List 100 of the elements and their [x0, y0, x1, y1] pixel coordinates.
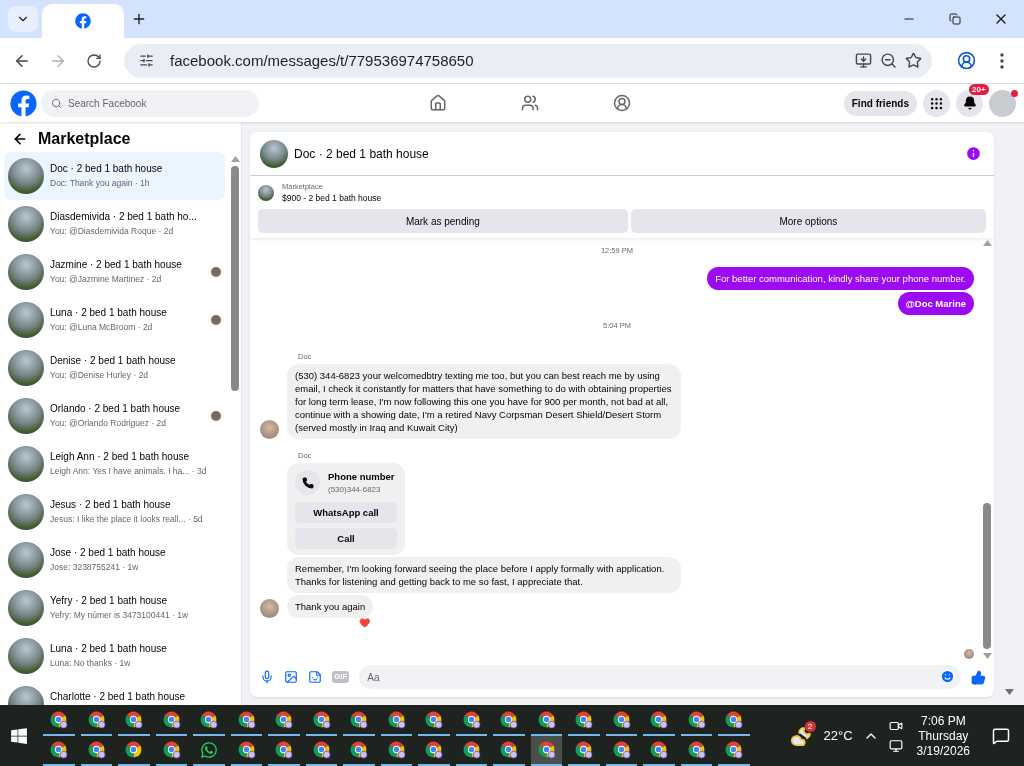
- browser-profile-icon: [274, 740, 294, 759]
- browser-profile-icon: [649, 710, 669, 729]
- scroll-down-arrow-icon[interactable]: [1004, 689, 1014, 695]
- conversation-preview: Leigh Ann: Yes I have animals. I ha... · 3d: [50, 466, 207, 477]
- browser-profile-icon: [461, 710, 481, 729]
- menu-grid-button[interactable]: [923, 89, 950, 117]
- conversation-preview: Yefry: My númer is 3473100441 · 1w: [50, 610, 189, 621]
- browser-profile-icon: [649, 740, 669, 759]
- notifications-icon[interactable]: [992, 726, 1010, 745]
- photo-icon[interactable]: [284, 670, 298, 684]
- back-arrow-icon[interactable]: [12, 131, 28, 147]
- browser-icon: [124, 740, 144, 759]
- photo-placeholder: [8, 206, 44, 242]
- groups-button[interactable]: [611, 92, 633, 114]
- conversation-preview: You: @Luna McBroom · 2d: [50, 322, 153, 333]
- browser-profile-icon: [724, 710, 744, 729]
- conversation-item[interactable]: Jazmine · 2 bed 1 bath house You: @Jazmine Martinez · 2d: [4, 248, 225, 296]
- browser-profile-icon: [49, 710, 69, 729]
- browser-profile-icon: [499, 740, 519, 759]
- conversation-item[interactable]: Luna · 2 bed 1 bath house You: @Luna McBroom · 2d: [4, 296, 225, 344]
- facebook-logo-icon[interactable]: [10, 89, 37, 117]
- conversation-title: Jose · 2 bed 1 bath house: [50, 547, 166, 559]
- received-message: (530) 344-6823 your welcomedbtry texting me too, but you can best reach me by using email, I check it constantly for matters that have something to do with obtaining properties for long term lease, I'm now following this one you have for 900 per month, not bad at all, continue with a showing date, I'm a retired Navy Corpsman Desert Shield/Desert Storm (served mostly in Iraq and Kuwait City): [287, 364, 681, 439]
- conversation-preview: You: @Orlando Rodriguez · 2d: [50, 418, 167, 429]
- bookmark-star-icon[interactable]: [905, 52, 922, 69]
- alert-dot: [1011, 89, 1018, 97]
- photo-placeholder: [8, 494, 44, 530]
- browser-profile-icon: [124, 710, 144, 729]
- scrollbar-thumb[interactable]: [231, 166, 239, 391]
- taskbar-app-button[interactable]: [530, 735, 562, 766]
- conversation-item[interactable]: Jesus · 2 bed 1 bath house Jesus: I like the place it looks reall... · 5d: [4, 488, 225, 536]
- browser-profile-icon: [724, 740, 744, 759]
- message-input[interactable]: Aa: [359, 665, 961, 689]
- photo-placeholder: [8, 158, 44, 194]
- browser-profile-icon: [349, 740, 369, 759]
- restore-icon: [949, 13, 961, 25]
- photo-placeholder: [8, 590, 44, 626]
- photo-placeholder: [258, 184, 274, 201]
- address-bar[interactable]: facebook.com/messages/t/779536974758650: [124, 43, 932, 78]
- search-field[interactable]: Search Facebook: [41, 89, 259, 117]
- browser-profile-icon: [236, 740, 256, 759]
- weather-icon[interactable]: [789, 724, 812, 747]
- browser-profile-icon: [161, 740, 181, 759]
- bell-icon: [962, 96, 977, 110]
- sidebar-title: Marketplace: [38, 130, 131, 148]
- plus-icon: [131, 11, 147, 27]
- contact-title: Phone number: [328, 471, 395, 482]
- conversation-item[interactable]: Leigh Ann · 2 bed 1 bath house Leigh Ann: Yes I have animals. I ha... · 3d: [4, 440, 225, 488]
- conversation-item[interactable]: Diasdemivida · 2 bed 1 bath ho... You: @Diasdemivida Roque · 2d: [4, 200, 225, 248]
- browser-profile-icon: [461, 740, 481, 759]
- scroll-up-arrow-icon[interactable]: [230, 156, 240, 162]
- conversation-item[interactable]: Doc · 2 bed 1 bath house Doc: Thank you again · 1h: [4, 152, 225, 200]
- conversation-preview: You: @Denise Hurley · 2d: [50, 370, 149, 381]
- find-friends-button[interactable]: Find friends: [843, 90, 917, 116]
- microphone-icon[interactable]: [260, 670, 274, 684]
- profile-icon: [956, 51, 976, 70]
- action-button[interactable]: More options: [630, 209, 986, 233]
- browser-profile-icon: [274, 710, 294, 729]
- conversation-title: Charlotte · 2 bed 1 bath house: [50, 691, 186, 703]
- clock[interactable]: 7:06 PM Thursday 3/19/2026: [916, 713, 970, 758]
- photo-placeholder: [8, 302, 44, 338]
- conversation-item[interactable]: Jose · 2 bed 1 bath house Jose: 3238755241 · 1w: [4, 536, 225, 584]
- zoom-icon[interactable]: [880, 52, 897, 69]
- home-icon: [429, 94, 447, 112]
- browser-profile-icon: [199, 710, 219, 729]
- account-avatar-button[interactable]: [989, 89, 1016, 117]
- scroll-up-arrow-icon[interactable]: [982, 240, 992, 246]
- conversation-title: Orlando · 2 bed 1 bath house: [50, 403, 181, 415]
- browser-profile-icon: [574, 710, 594, 729]
- conversation-item[interactable]: Yefry · 2 bed 1 bath house Yefry: My númer is 3473100441 · 1w: [4, 584, 225, 632]
- conversation-title: Diasdemivida · 2 bed 1 bath ho...: [50, 211, 197, 223]
- facebook-logo-icon: [75, 13, 91, 29]
- browser-profile-icon: [611, 710, 631, 729]
- browser-profile-icon: [311, 740, 331, 759]
- sent-message: For better communication, kindly share your phone number.: [707, 267, 974, 290]
- reload-icon: [86, 52, 102, 69]
- conversation-item[interactable]: Orlando · 2 bed 1 bath house You: @Orlando Rodriguez · 2d: [4, 392, 225, 440]
- browser-profile-icon: [161, 710, 181, 729]
- sticker-icon[interactable]: [308, 670, 322, 684]
- scroll-down-arrow-icon[interactable]: [982, 653, 992, 659]
- install-icon[interactable]: [855, 52, 872, 69]
- network-icon[interactable]: [888, 738, 903, 753]
- chat-title: Doc · 2 bed 1 bath house: [294, 146, 429, 161]
- action-button[interactable]: Mark as pending: [258, 209, 628, 233]
- call-button[interactable]: Call: [295, 528, 397, 549]
- conversation-preview: You: @Diasdemivida Roque · 2d: [50, 226, 174, 237]
- like-icon[interactable]: [971, 669, 986, 685]
- conversation-preview: Doc: Thank you again · 1h: [50, 178, 150, 189]
- sliders-icon: [138, 53, 154, 68]
- scrollbar-thumb[interactable]: [983, 503, 991, 649]
- info-icon[interactable]: [965, 145, 982, 162]
- browser-profile-icon: [386, 740, 406, 759]
- browser-tab[interactable]: [42, 4, 124, 38]
- conversation-item[interactable]: Luna · 2 bed 1 bath house Luna: No thanks · 1w: [4, 632, 225, 680]
- browser-profile-icon: [311, 710, 331, 729]
- browser-profile-icon: [499, 710, 519, 729]
- conversation-item[interactable]: Denise · 2 bed 1 bath house You: @Denise Hurley · 2d: [4, 344, 225, 392]
- conversation-title: Yefry · 2 bed 1 bath house: [50, 595, 167, 607]
- weather-badge: 2: [804, 720, 816, 732]
- call-button[interactable]: WhatsApp call: [295, 502, 397, 523]
